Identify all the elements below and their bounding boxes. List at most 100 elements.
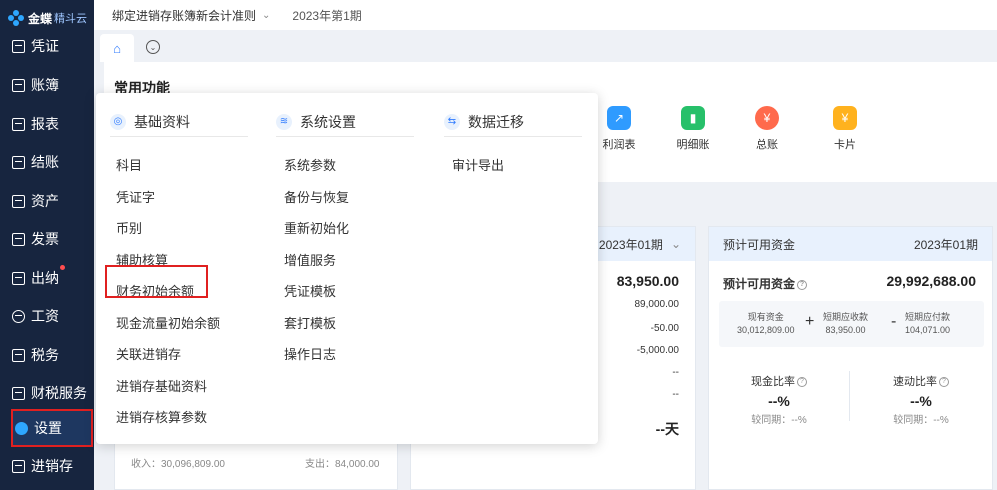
chevron-down-icon[interactable]: ⌄: [262, 10, 270, 21]
func-general-ledger[interactable]: ¥ 总账: [742, 106, 792, 152]
income-row: 收入：30,096,809.00: [131, 455, 225, 470]
sidebar-item-closing[interactable]: 结账: [0, 146, 94, 178]
menu-item[interactable]: 凭证字: [116, 187, 155, 206]
detail-ledger-icon: ▮: [681, 106, 705, 130]
settings-highlight-box: [11, 409, 93, 447]
cashier-notification-dot: [60, 265, 65, 270]
sidebar-item-salary[interactable]: 工资: [0, 300, 94, 332]
menu-item[interactable]: 科目: [116, 155, 142, 174]
receivable-period[interactable]: 2023年01期: [599, 236, 663, 253]
available-funds-title: 预计可用资金: [723, 237, 796, 252]
available-funds-period: 2023年01期: [913, 237, 978, 252]
cash-item: 现有资金 30,012,809.00: [737, 311, 795, 337]
available-funds-header: 预计可用资金 2023年01期: [709, 227, 992, 261]
cash-label: 现有资金: [747, 312, 784, 322]
menu-item[interactable]: 备份与恢复: [284, 187, 349, 206]
tab-more-button[interactable]: ⌄: [146, 40, 160, 54]
menu-item[interactable]: 增值服务: [284, 250, 336, 269]
income-value: 30,096,809.00: [161, 459, 225, 470]
menu-item[interactable]: 进销存基础资料: [116, 376, 207, 395]
initial-balance-highlight-box: [105, 265, 208, 298]
help-icon[interactable]: ?: [797, 377, 807, 388]
cash-ratio-value: --%: [768, 393, 790, 409]
func-label: 卡片: [834, 139, 856, 151]
sidebar-item-finance-service[interactable]: 财税服务: [0, 377, 94, 409]
help-icon[interactable]: ?: [939, 377, 949, 388]
quick-ratio: 速动比率? --% 较同期：--%: [881, 373, 961, 426]
finance-service-icon: [12, 386, 25, 400]
expense-value: 84,000.00: [335, 459, 380, 470]
sidebar-item-label: 出纳: [31, 270, 59, 286]
menu-item[interactable]: 重新初始化: [284, 218, 349, 237]
available-funds-total: 29,992,688.00: [886, 273, 976, 289]
cashier-icon: [12, 271, 25, 285]
sidebar-item-label: 工资: [31, 308, 59, 324]
cash-ratio-yoy: 较同期：--%: [751, 415, 807, 426]
ap-label: 短期应付款: [905, 312, 951, 322]
menu-item[interactable]: 关联进销存: [116, 344, 181, 363]
available-funds-card: 预计可用资金 2023年01期 预计可用资金? 29,992,688.00 现有…: [708, 226, 993, 490]
sidebar-item-voucher[interactable]: 凭证: [0, 30, 94, 62]
available-funds-label-text: 预计可用资金: [723, 277, 796, 291]
quick-ratio-label: 速动比率: [893, 376, 937, 388]
profit-chart-icon: ↗: [607, 106, 631, 130]
func-detail-ledger[interactable]: ▮ 明细账: [668, 106, 718, 152]
sidebar-item-inventory[interactable]: 进销存: [0, 450, 94, 482]
sidebar-item-label: 税务: [31, 347, 59, 363]
chevron-down-icon: ⌄: [149, 42, 157, 52]
sidebar-item-ledger[interactable]: 账簿: [0, 69, 94, 101]
card-icon: ¥: [833, 106, 857, 130]
brand-mark-icon: [8, 10, 24, 26]
tab-home[interactable]: ⌂: [100, 34, 134, 62]
plus-icon: +: [805, 313, 815, 330]
receivable-row: 89,000.00: [634, 299, 680, 310]
func-card[interactable]: ¥ 卡片: [820, 106, 870, 152]
menu-item[interactable]: 币别: [116, 218, 142, 237]
sidebar-item-asset[interactable]: 资产: [0, 185, 94, 217]
menu-item[interactable]: 系统参数: [284, 155, 336, 174]
menu-item[interactable]: 进销存核算参数: [116, 407, 207, 426]
sidebar-item-label: 结账: [31, 154, 59, 170]
sidebar-item-cashier[interactable]: 出纳: [0, 262, 94, 294]
sidebar-item-invoice[interactable]: 发票: [0, 223, 94, 255]
sidebar-item-label: 凭证: [31, 38, 59, 54]
receivable-item: 短期应收款 83,950.00: [823, 311, 868, 337]
invoice-icon: [12, 232, 25, 246]
available-funds-label: 预计可用资金?: [723, 275, 808, 292]
payable-item: 短期应付款 104,071.00: [905, 311, 950, 337]
column-title: 系统设置: [300, 113, 356, 130]
menu-item[interactable]: 凭证模板: [284, 281, 336, 300]
func-label: 利润表: [602, 139, 636, 151]
brand-sub: 精斗云: [54, 13, 88, 25]
column-data-migration: ⇆ 数据迁移: [444, 107, 582, 137]
menu-item[interactable]: 操作日志: [284, 344, 336, 363]
help-icon[interactable]: ?: [797, 279, 808, 290]
topbar: 绑定进销存账簿新会计准则 ⌄ 2023年第1期: [94, 0, 997, 30]
func-label: 总账: [756, 139, 778, 151]
inventory-icon: [12, 459, 25, 473]
general-ledger-icon: ¥: [755, 106, 779, 130]
menu-item[interactable]: 现金流量初始余额: [116, 313, 220, 332]
income-label: 收入：: [131, 459, 161, 470]
receivable-row: -5,000.00: [636, 345, 679, 356]
sidebar-item-tax[interactable]: 税务: [0, 339, 94, 371]
home-icon: ⌂: [113, 40, 121, 56]
cash-ratio: 现金比率? --% 较同期：--%: [739, 373, 819, 426]
minus-icon: -: [891, 313, 897, 330]
ap-value: 104,071.00: [905, 325, 951, 335]
ledger-icon: [12, 78, 25, 92]
receivable-row: -50.00: [650, 323, 679, 334]
func-profit-statement[interactable]: ↗ 利润表: [594, 106, 644, 152]
sidebar-item-label: 账簿: [31, 77, 59, 93]
account-book-title[interactable]: 绑定进销存账簿新会计准则: [112, 7, 256, 24]
func-label: 明细账: [676, 139, 710, 151]
closing-icon: [12, 155, 25, 169]
menu-item[interactable]: 套打模板: [284, 313, 336, 332]
funds-breakdown: 现有资金 30,012,809.00 + 短期应收款 83,950.00 - 短…: [719, 301, 984, 347]
menu-item[interactable]: 审计导出: [452, 155, 504, 174]
receivable-row: --: [672, 389, 679, 400]
sidebar-item-report[interactable]: 报表: [0, 108, 94, 140]
column-title: 数据迁移: [468, 113, 524, 130]
chevron-down-icon[interactable]: ⌄: [671, 237, 681, 251]
expense-label: 支出：: [305, 459, 335, 470]
